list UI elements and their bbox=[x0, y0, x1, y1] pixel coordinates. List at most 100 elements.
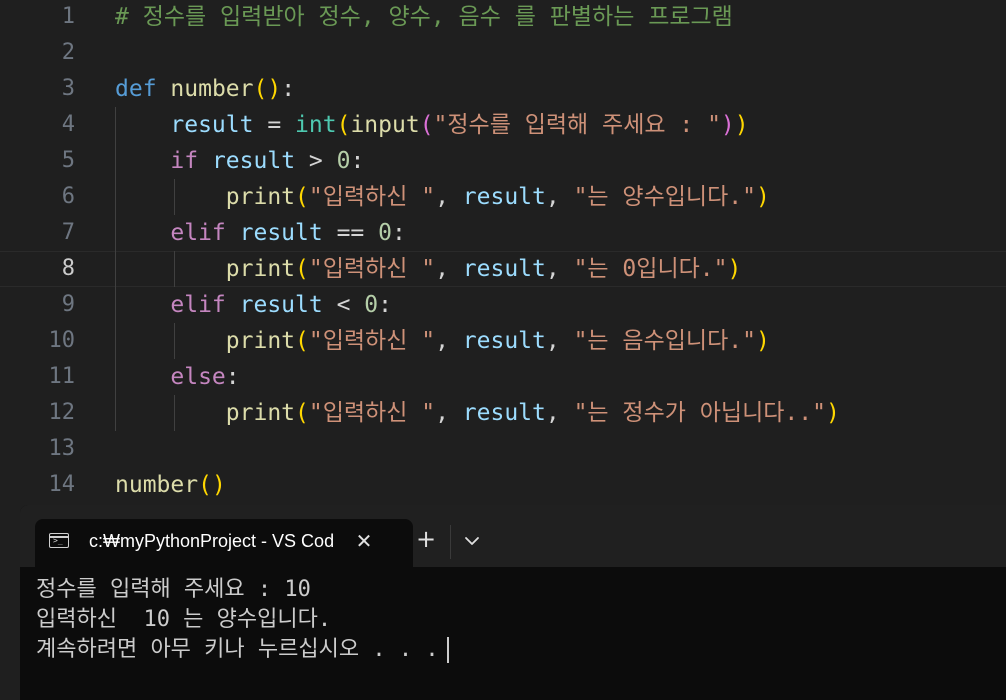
code-token: 0 bbox=[336, 148, 351, 174]
code-token: ) bbox=[727, 256, 742, 282]
code-line[interactable]: 14 number() bbox=[0, 467, 1006, 503]
code-token: result bbox=[239, 220, 323, 246]
terminal-line: 계속하려면 아무 키나 누르십시오 . . . bbox=[36, 635, 996, 665]
line-number: 14 bbox=[48, 472, 76, 497]
code-text: # 정수를 입력받아 정수, 양수, 음수 를 판별하는 프로그램 bbox=[115, 0, 733, 35]
line-number: 11 bbox=[48, 364, 76, 389]
code-line[interactable]: 10 print("입력하신 ", result, "는 음수입니다.") bbox=[0, 323, 1006, 359]
code-line[interactable]: 12 print("입력하신 ", result, "는 정수가 아닙니다.."… bbox=[0, 395, 1006, 431]
code-token: ( bbox=[295, 256, 309, 282]
line-number: 13 bbox=[48, 436, 76, 461]
line-number: 9 bbox=[61, 292, 75, 317]
code-line[interactable]: 9 elif result < 0: bbox=[0, 287, 1006, 323]
tab-divider bbox=[450, 525, 451, 559]
code-token: result bbox=[211, 148, 296, 174]
code-line[interactable]: 1 # 정수를 입력받아 정수, 양수, 음수 를 판별하는 프로그램 bbox=[0, 0, 1006, 35]
code-token: result bbox=[462, 256, 546, 282]
code-token: "정수를 입력해 주세요 : " bbox=[433, 112, 721, 138]
code-token: # 정수를 입력받아 정수, 양수, 음수 를 판별하는 프로그램 bbox=[115, 4, 733, 30]
code-token: elif bbox=[170, 292, 226, 318]
terminal-tab-bar: >_ c:₩myPythonProject - VS Cod ✕ + bbox=[20, 505, 1006, 567]
code-token: result bbox=[239, 292, 323, 318]
code-line[interactable]: 13 bbox=[0, 431, 1006, 467]
close-icon[interactable]: ✕ bbox=[350, 527, 378, 555]
code-token: , bbox=[435, 184, 463, 210]
code-token: print bbox=[225, 256, 296, 282]
code-token: , bbox=[545, 256, 574, 282]
code-token: def bbox=[115, 76, 157, 102]
line-number: 7 bbox=[61, 220, 75, 245]
code-token: "입력하신 " bbox=[308, 256, 436, 282]
chevron-down-icon[interactable] bbox=[458, 527, 486, 555]
code-token: result bbox=[462, 184, 546, 210]
code-text: if result > 0: bbox=[115, 143, 364, 179]
code-text: elif result == 0: bbox=[115, 215, 406, 251]
text-cursor bbox=[446, 637, 449, 663]
new-tab-button[interactable]: + bbox=[412, 525, 440, 553]
code-line[interactable]: 5 if result > 0: bbox=[0, 143, 1006, 179]
code-token: ( bbox=[336, 112, 351, 138]
code-token: : bbox=[391, 220, 406, 246]
code-token: ) bbox=[825, 400, 840, 426]
code-text: result = int(input("정수를 입력해 주세요 : ")) bbox=[115, 107, 749, 143]
line-number: 2 bbox=[61, 40, 75, 65]
code-token: "는 0입니다." bbox=[573, 256, 728, 282]
code-token: "는 음수입니다." bbox=[573, 328, 756, 354]
code-line[interactable]: 11 else: bbox=[0, 359, 1006, 395]
terminal-line: 정수를 입력해 주세요 : 10 bbox=[36, 577, 311, 602]
line-number: 4 bbox=[61, 112, 75, 137]
code-token: input bbox=[350, 112, 420, 138]
code-token: () bbox=[198, 472, 226, 498]
code-token: , bbox=[435, 400, 463, 426]
terminal-output[interactable]: 정수를 입력해 주세요 : 10 입력하신 10 는 양수입니다. 계속하려면 … bbox=[36, 575, 996, 665]
code-text: elif result < 0: bbox=[115, 287, 392, 323]
code-token: , bbox=[545, 400, 574, 426]
indent-guide bbox=[174, 179, 175, 215]
code-token: print bbox=[225, 400, 296, 426]
terminal-tab[interactable]: >_ c:₩myPythonProject - VS Cod ✕ bbox=[35, 519, 413, 567]
code-token: : bbox=[225, 364, 240, 390]
code-token: < bbox=[322, 292, 365, 318]
code-token: == bbox=[322, 220, 379, 246]
code-text: print("입력하신 ", result, "는 양수입니다.") bbox=[115, 179, 770, 215]
code-token: > bbox=[295, 148, 337, 174]
code-line[interactable]: 3 def number(): bbox=[0, 71, 1006, 107]
terminal-prompt-text: 계속하려면 아무 키나 누르십시오 . . . bbox=[36, 637, 439, 662]
code-token: ( bbox=[419, 112, 434, 138]
terminal-window[interactable]: >_ c:₩myPythonProject - VS Cod ✕ + 정수를 입… bbox=[20, 505, 1006, 700]
line-number: 8 bbox=[61, 256, 75, 281]
code-line[interactable]: 7 elif result == 0: bbox=[0, 215, 1006, 251]
code-text: print("입력하신 ", result, "는 정수가 아닙니다..") bbox=[115, 395, 840, 431]
code-editor[interactable]: 1 # 정수를 입력받아 정수, 양수, 음수 를 판별하는 프로그램 2 3 def … bbox=[0, 0, 1006, 505]
code-token: , bbox=[545, 328, 574, 354]
code-token: "입력하신 " bbox=[308, 328, 436, 354]
code-token: "입력하신 " bbox=[308, 400, 436, 426]
code-token: result bbox=[462, 328, 546, 354]
code-token: number bbox=[170, 76, 254, 102]
code-line[interactable]: 8 print("입력하신 ", result, "는 0입니다.") bbox=[0, 251, 1006, 287]
code-token: result bbox=[170, 112, 254, 138]
code-token: ) bbox=[720, 112, 735, 138]
code-line[interactable]: 4 result = int(input("정수를 입력해 주세요 : ")) bbox=[0, 107, 1006, 143]
code-line[interactable]: 6 print("입력하신 ", result, "는 양수입니다.") bbox=[0, 179, 1006, 215]
code-text: print("입력하신 ", result, "는 음수입니다.") bbox=[115, 323, 770, 359]
code-token: ) bbox=[755, 184, 770, 210]
code-token: ) bbox=[734, 112, 749, 138]
code-token: : bbox=[350, 148, 365, 174]
code-token: "입력하신 " bbox=[308, 184, 436, 210]
code-line[interactable]: 2 bbox=[0, 35, 1006, 71]
code-text: else: bbox=[115, 359, 240, 395]
line-number: 1 bbox=[61, 4, 75, 29]
line-number: 10 bbox=[48, 328, 76, 353]
indent-guide bbox=[174, 323, 175, 359]
